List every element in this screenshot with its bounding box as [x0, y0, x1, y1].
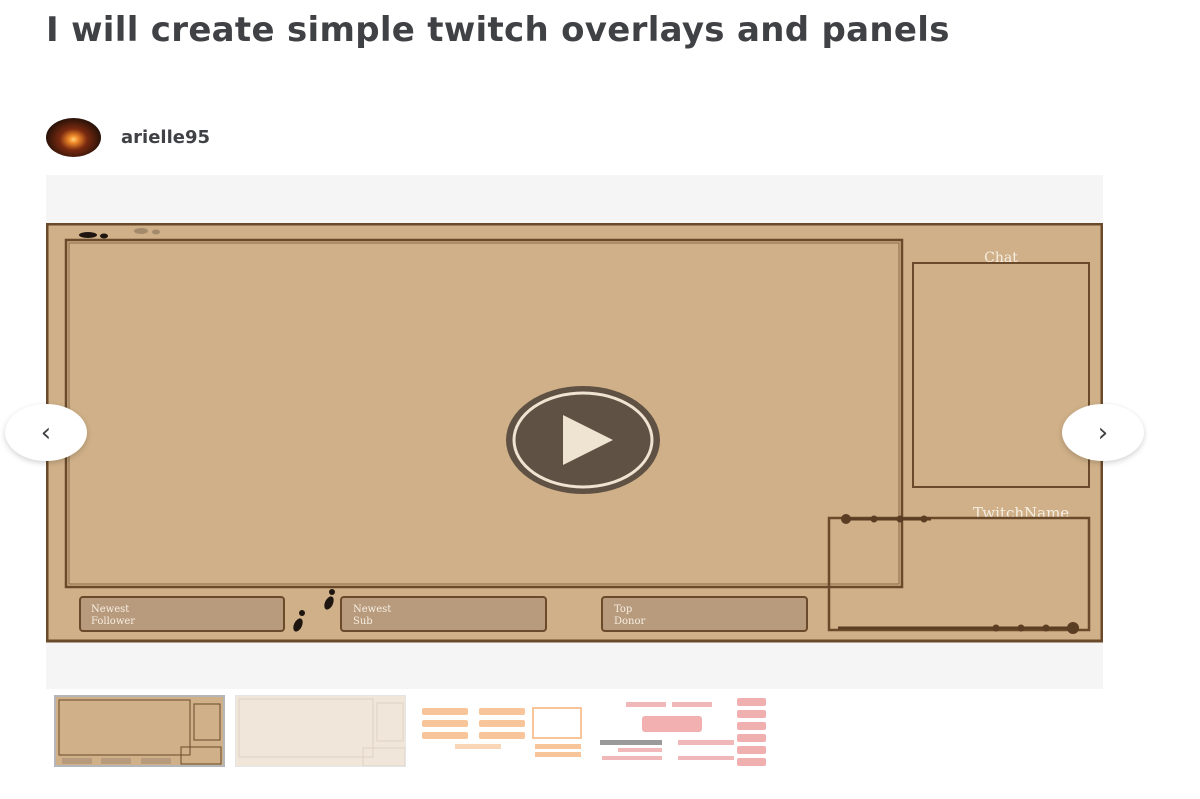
newest-sub-label-2: Sub — [353, 616, 373, 627]
play-video-button[interactable] — [505, 385, 661, 495]
play-icon — [506, 386, 660, 494]
top-donor-label-1: Top — [614, 604, 632, 615]
newest-sub-label-1: Newest — [353, 604, 391, 615]
seller-name[interactable]: arielle95 — [121, 127, 210, 148]
chat-label: Chat — [984, 250, 1018, 266]
gallery-next-button[interactable]: › — [1062, 404, 1144, 461]
newest-follower-label-1: Newest — [91, 604, 129, 615]
seller-avatar[interactable] — [46, 117, 101, 157]
chevron-left-icon: ‹ — [40, 417, 52, 448]
seller-info: arielle95 — [46, 117, 210, 157]
newest-follower-label-2: Follower — [91, 616, 135, 627]
thumbnail-2[interactable] — [235, 695, 406, 767]
thumbnail-strip — [54, 695, 768, 767]
gallery-prev-button[interactable]: ‹ — [5, 404, 87, 461]
gig-title: I will create simple twitch overlays and… — [46, 10, 950, 50]
thumbnail-4[interactable] — [597, 695, 768, 767]
twitch-name-label: TwitchName — [973, 504, 1069, 522]
chevron-right-icon: › — [1097, 417, 1109, 448]
media-gallery: Chat TwitchName Newest Follower Newest S… — [46, 175, 1103, 689]
thumbnail-1[interactable] — [54, 695, 225, 767]
thumbnail-3[interactable] — [416, 695, 587, 767]
footprint-icon — [79, 232, 97, 238]
top-donor-label-2: Donor — [614, 616, 645, 627]
